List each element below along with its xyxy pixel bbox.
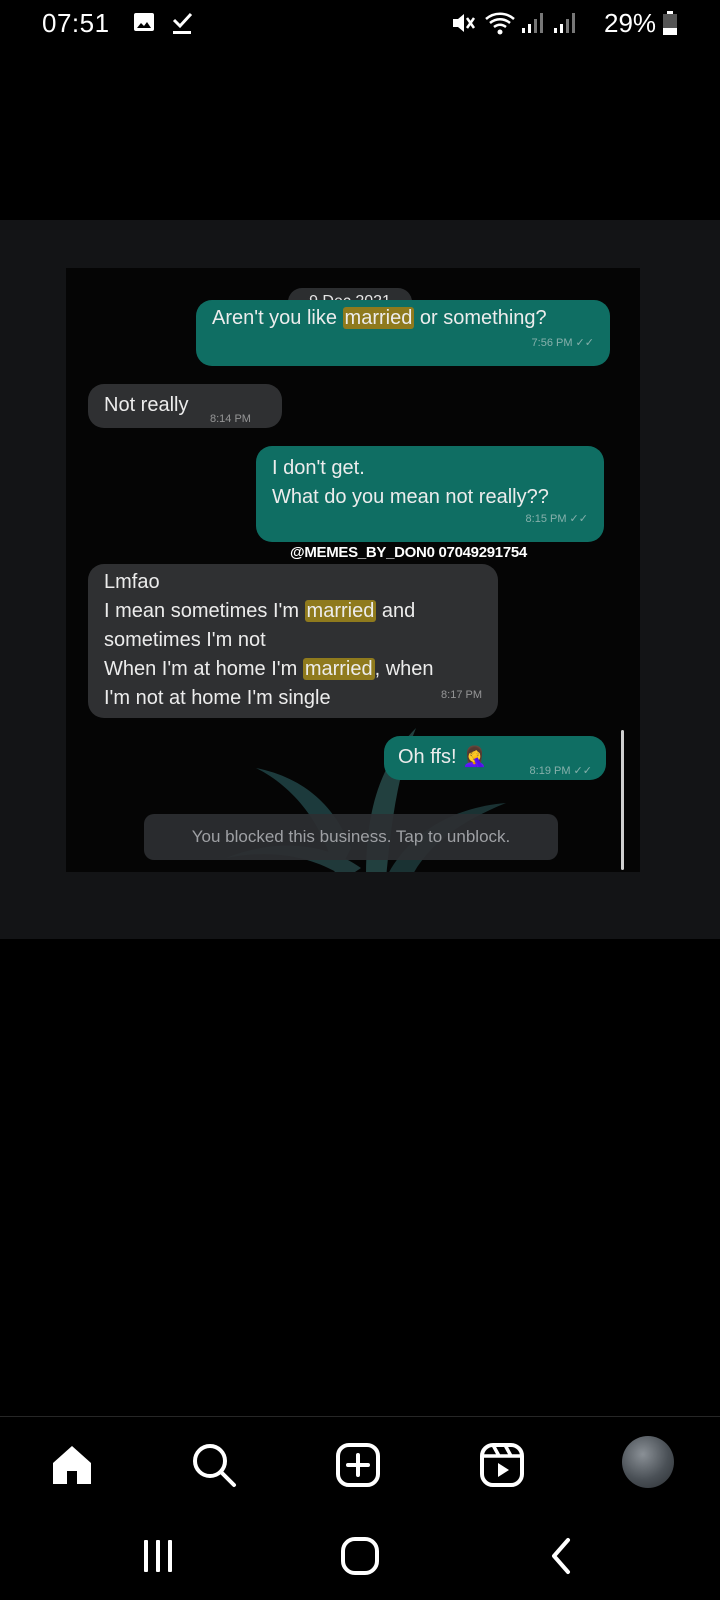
message-time: 8:19 PM ✓✓ bbox=[529, 765, 592, 777]
message-text: I don't get. What do you mean not really… bbox=[272, 457, 549, 508]
message-text: Aren't you like married or something? bbox=[212, 307, 547, 329]
battery-icon bbox=[662, 10, 678, 41]
message-time: 8:17 PM bbox=[441, 689, 482, 701]
system-navigation-bar bbox=[0, 1512, 720, 1600]
signal-icon bbox=[520, 10, 550, 41]
profile-avatar[interactable] bbox=[622, 1436, 674, 1488]
signal-icon bbox=[552, 10, 582, 41]
image-icon bbox=[132, 10, 156, 39]
status-bar: 07:51 29% bbox=[0, 0, 720, 48]
download-done-icon bbox=[170, 10, 194, 41]
post-media[interactable]: 9 Dec 2021 Aren't you like married or so… bbox=[0, 220, 720, 939]
message-text: Lmfao I mean sometimes I'm married and s… bbox=[104, 571, 434, 709]
message-time: 8:15 PM ✓✓ bbox=[525, 513, 588, 525]
bottom-navigation-bar bbox=[0, 1416, 720, 1513]
message-bubble-outgoing: Aren't you like married or something? 7:… bbox=[196, 300, 610, 366]
message-bubble-outgoing: I don't get. What do you mean not really… bbox=[256, 446, 604, 542]
recent-apps-icon[interactable] bbox=[130, 1528, 186, 1584]
message-time: 8:14 PM bbox=[210, 413, 251, 425]
message-bubble-outgoing: Oh ffs! 🤦‍♀️ 8:19 PM ✓✓ bbox=[384, 736, 606, 780]
battery-percent: 29% bbox=[604, 8, 657, 38]
home-button-icon[interactable] bbox=[332, 1528, 388, 1584]
message-time: 7:56 PM ✓✓ bbox=[531, 337, 594, 349]
message-text: Not really bbox=[104, 394, 189, 416]
blocked-business-notice: You blocked this business. Tap to unbloc… bbox=[144, 814, 558, 860]
message-bubble-incoming: Lmfao I mean sometimes I'm married and s… bbox=[88, 564, 498, 718]
chat-scrollbar bbox=[621, 730, 624, 870]
status-time: 07:51 bbox=[42, 8, 110, 38]
message-text: Oh ffs! 🤦‍♀️ bbox=[398, 746, 488, 768]
chat-screenshot-image: 9 Dec 2021 Aren't you like married or so… bbox=[66, 268, 640, 872]
wifi-icon bbox=[484, 10, 516, 41]
create-icon[interactable] bbox=[330, 1437, 386, 1493]
message-bubble-incoming: Not really 8:14 PM bbox=[88, 384, 282, 428]
search-icon[interactable] bbox=[186, 1437, 242, 1493]
mute-icon bbox=[450, 10, 476, 41]
reels-icon[interactable] bbox=[474, 1437, 530, 1493]
back-icon[interactable] bbox=[534, 1528, 590, 1584]
watermark-text: @MEMES_BY_DON0 07049291754 bbox=[290, 544, 527, 561]
home-icon[interactable] bbox=[44, 1437, 100, 1493]
